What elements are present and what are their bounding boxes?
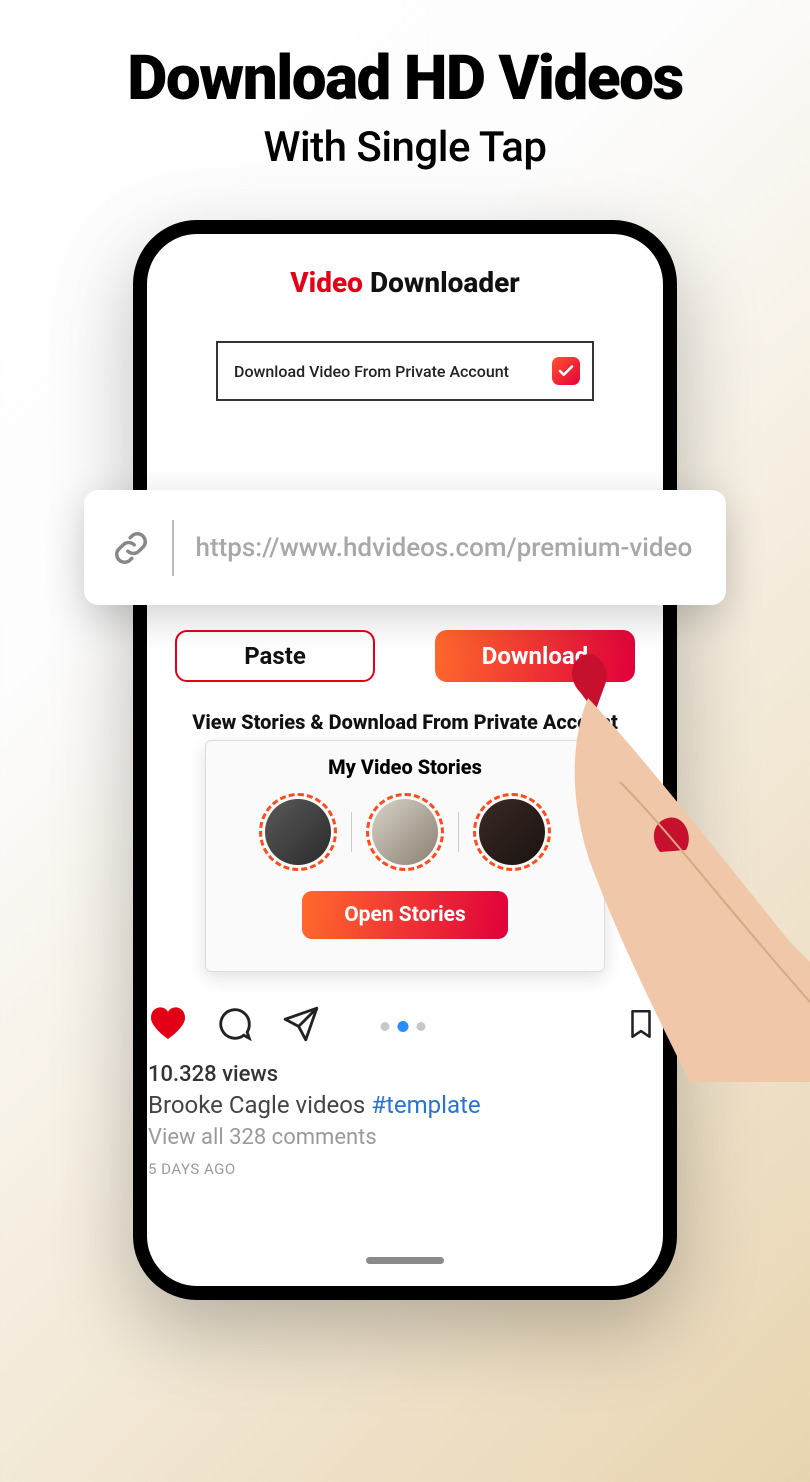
paste-button[interactable]: Paste xyxy=(175,630,375,682)
url-placeholder-text: https://www.hdvideos.com/premium-video xyxy=(196,533,693,563)
views-count: 10.328 views xyxy=(148,1062,658,1087)
heart-icon[interactable] xyxy=(148,1004,188,1048)
dot xyxy=(417,1022,426,1031)
app-title: Video Downloader xyxy=(167,266,643,299)
private-account-label: Download Video From Private Account xyxy=(234,362,509,381)
input-separator xyxy=(172,520,174,576)
app-title-black: Downloader xyxy=(363,266,520,299)
post-feed-section: 10.328 views Brooke Cagle videos #templa… xyxy=(148,1002,658,1178)
open-stories-button[interactable]: Open Stories xyxy=(302,891,508,939)
send-icon[interactable] xyxy=(282,1005,320,1047)
home-indicator xyxy=(366,1257,444,1264)
stories-section-label: View Stories & Download From Private Acc… xyxy=(192,710,618,734)
story-avatar-1[interactable] xyxy=(259,793,337,871)
link-icon xyxy=(112,529,150,567)
app-title-red: Video xyxy=(290,266,363,299)
stories-card: My Video Stories Open Stories xyxy=(205,740,605,972)
url-input-bar[interactable]: https://www.hdvideos.com/premium-video xyxy=(84,490,726,605)
carousel-dots xyxy=(381,1021,426,1032)
action-button-row: Paste Download xyxy=(175,630,635,682)
post-action-row xyxy=(148,1002,658,1050)
promo-title: Download HD Videos xyxy=(0,42,810,115)
caption-author: Brooke Cagle videos xyxy=(148,1091,371,1119)
story-avatar-3[interactable] xyxy=(473,793,551,871)
avatar-separator xyxy=(351,812,352,852)
post-caption: Brooke Cagle videos #template xyxy=(148,1091,658,1119)
checkmark-icon xyxy=(552,357,580,385)
dot xyxy=(381,1022,390,1031)
private-account-toggle[interactable]: Download Video From Private Account xyxy=(216,341,594,401)
comment-icon[interactable] xyxy=(216,1005,254,1047)
caption-hashtag[interactable]: #template xyxy=(371,1091,480,1119)
stories-card-title: My Video Stories xyxy=(328,755,482,779)
download-button[interactable]: Download xyxy=(435,630,635,682)
avatar-separator xyxy=(458,812,459,852)
story-avatar-2[interactable] xyxy=(366,793,444,871)
post-timestamp: 5 DAYS AGO xyxy=(148,1160,658,1178)
bookmark-icon[interactable] xyxy=(624,1004,658,1048)
promo-subtitle: With Single Tap xyxy=(0,123,810,172)
avatar-row xyxy=(259,793,551,871)
dot-active xyxy=(398,1021,409,1032)
view-comments-link[interactable]: View all 328 comments xyxy=(148,1125,658,1150)
